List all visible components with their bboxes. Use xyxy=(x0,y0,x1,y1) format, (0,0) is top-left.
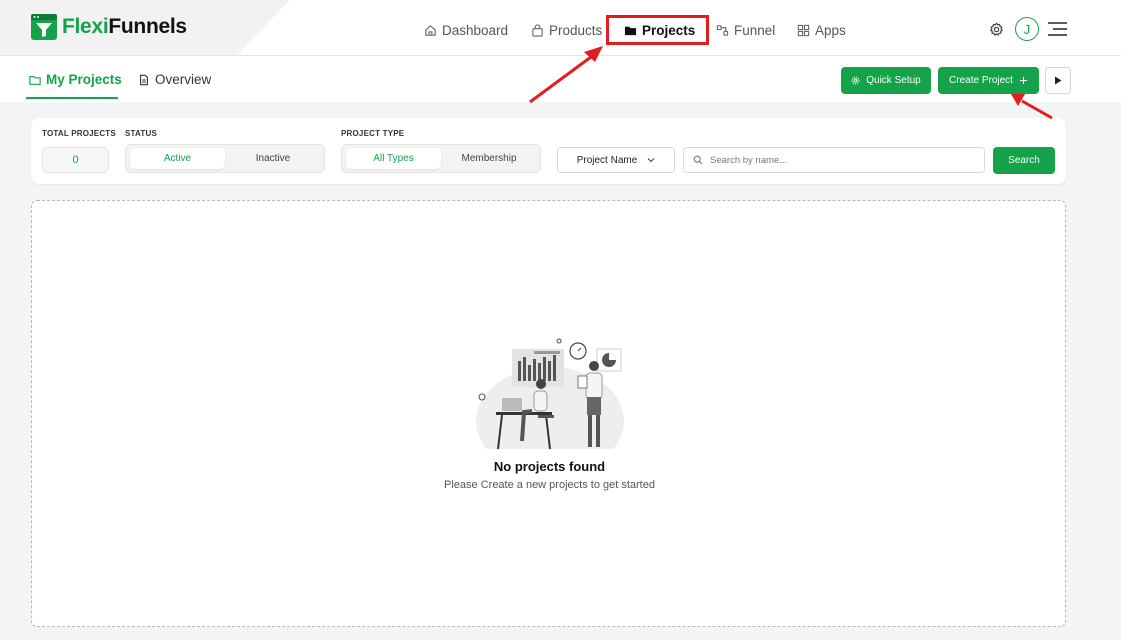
projects-empty-state: No projects found Please Create a new pr… xyxy=(31,200,1066,627)
play-icon xyxy=(1055,76,1062,85)
plus-icon xyxy=(1019,76,1028,85)
grid-icon xyxy=(797,24,810,36)
nav-item-products[interactable]: Products xyxy=(531,18,602,42)
active-tab-underline xyxy=(26,97,118,99)
projects-highlight-box xyxy=(606,15,709,45)
play-tutorial-button[interactable] xyxy=(1045,67,1071,94)
total-projects-count: 0 xyxy=(42,147,109,173)
folder-icon xyxy=(29,75,41,85)
gear-icon xyxy=(851,76,860,85)
create-project-button[interactable]: Create Project xyxy=(938,67,1039,94)
status-toggle: Active Inactive xyxy=(125,144,325,173)
sub-navbar: My Projects Overview Quick Setup Create … xyxy=(0,56,1121,102)
project-type-toggle: All Types Membership xyxy=(341,144,541,173)
status-option-inactive[interactable]: Inactive xyxy=(226,148,320,169)
home-icon xyxy=(425,24,436,36)
empty-projects-illustration xyxy=(472,338,632,456)
chevron-down-icon xyxy=(647,158,655,163)
nav-item-apps[interactable]: Apps xyxy=(797,18,846,42)
nav-item-funnel[interactable]: Funnel xyxy=(716,18,775,42)
sort-by-select[interactable]: Project Name xyxy=(557,147,675,173)
search-input[interactable] xyxy=(710,154,980,166)
search-field xyxy=(683,147,985,173)
tab-overview[interactable]: Overview xyxy=(138,72,211,87)
bag-icon xyxy=(532,23,543,37)
status-option-active[interactable]: Active xyxy=(130,148,225,169)
project-type-label: PROJECT TYPE xyxy=(341,129,405,138)
filter-bar: TOTAL PROJECTS 0 STATUS Active Inactive … xyxy=(31,118,1066,184)
top-navbar: FlexiFunnels Dashboard Products Projects… xyxy=(0,0,1121,56)
search-icon xyxy=(693,155,703,165)
empty-state-title: No projects found xyxy=(493,459,606,474)
document-icon xyxy=(140,74,148,85)
status-label: STATUS xyxy=(125,129,158,138)
hamburger-menu-icon[interactable] xyxy=(1047,21,1068,37)
user-avatar[interactable]: J xyxy=(1015,17,1039,41)
total-projects-label: TOTAL PROJECTS xyxy=(42,129,116,138)
gear-icon[interactable] xyxy=(989,22,1004,37)
empty-state-subtitle: Please Create a new projects to get star… xyxy=(444,479,655,491)
search-button[interactable]: Search xyxy=(993,147,1055,174)
nav-item-dashboard[interactable]: Dashboard xyxy=(424,18,508,42)
tab-my-projects[interactable]: My Projects xyxy=(29,72,122,87)
quick-setup-button[interactable]: Quick Setup xyxy=(841,67,931,94)
type-option-all[interactable]: All Types xyxy=(346,148,441,169)
main-nav: Dashboard Products Projects Funnel Apps xyxy=(0,18,1121,42)
funnel-icon xyxy=(716,24,729,36)
type-option-membership[interactable]: Membership xyxy=(442,148,536,169)
